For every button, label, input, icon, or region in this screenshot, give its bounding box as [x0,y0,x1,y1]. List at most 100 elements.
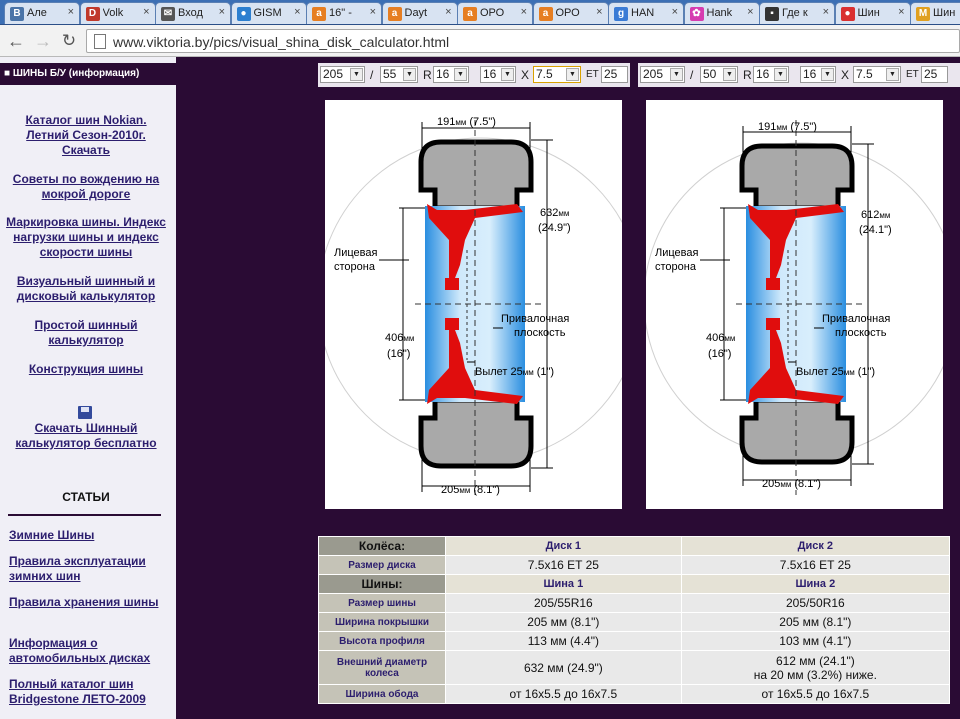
browser-toolbar: ← → ↻ www.viktoria.by/pics/visual_shina_… [0,25,960,57]
sidebar-article-storage-rules[interactable]: Правила хранения шины [9,595,169,610]
wheel-diagram-1: 191мм (7.5") 632мм (24.9") Лицевая сторон… [317,100,643,509]
close-icon[interactable]: × [445,6,451,18]
sidebar-link-simple-calculator[interactable]: Простой шинный калькулятор [6,318,166,348]
cell-value-note: на 20 мм (3.2%) ниже. [753,667,877,682]
browser-tab[interactable]: D Volk × [79,2,156,24]
tab-favicon-icon: a [312,7,326,21]
disk-diameter-select-1[interactable]: 16 ▼ [480,66,516,83]
x-label: X [841,68,850,82]
close-icon[interactable]: × [294,6,300,18]
address-url: www.viktoria.by/pics/visual_shina_disk_c… [113,34,450,50]
chevron-down-icon: ▼ [774,68,787,81]
outer-diameter-label: 612мм [861,209,890,221]
tab-title: Dayt [404,7,428,19]
tab-title: Вход [178,7,203,19]
sidebar-link-nokian-catalog[interactable]: Каталог шин Nokian. Летний Сезон-2010г. … [6,113,166,158]
mounting-plane-label: Привалочная [501,313,569,325]
sidebar-link-download-calculator[interactable]: Скачать Шинный калькулятор бесплатно [6,421,166,451]
tire-1-header: Шина 1 [445,574,682,594]
forward-icon[interactable]: → [32,30,54,52]
outer-diameter-inch: (24.1") [859,224,892,236]
profile-select-1[interactable]: 55 ▼ [380,66,418,83]
close-icon[interactable]: × [672,6,678,18]
sidebar-menu-used-tires[interactable]: ■ ШИНЫ Б/У (информация) [0,63,176,85]
slash-label: / [370,68,374,82]
close-icon[interactable]: × [521,6,527,18]
radius-select-1[interactable]: 16 ▼ [433,66,469,83]
close-icon[interactable]: × [370,6,376,18]
offset-label: Вылет 25мм (1") [475,366,554,378]
sidebar-article-winter-rules[interactable]: Правила эксплуатации зимних шин [9,554,169,584]
row-label: Размер диска [318,555,446,575]
cell-value: 205/55R16 [445,593,682,613]
radius-select-2[interactable]: 16 ▼ [753,66,789,83]
sidebar-link-wet-driving[interactable]: Советы по вождению на мокрой дороге [6,172,166,202]
browser-tab[interactable]: ✿ Hank × [683,2,760,24]
chevron-down-icon: ▼ [723,68,736,81]
sidebar-link-tire-construction[interactable]: Конструкция шины [6,362,166,377]
browser-tab[interactable]: a Dayt × [381,2,458,24]
browser-tab[interactable]: ● GISM × [230,2,307,24]
width-select-2[interactable]: 205 ▼ [640,66,685,83]
sidebar-article-disk-info[interactable]: Информация о автомобильных дисках [9,636,169,666]
disk-width-select-1[interactable]: 7.5 ▼ [533,66,581,83]
tab-title: Volk [102,7,124,19]
tab-favicon-icon: ● [236,7,251,21]
sidebar-link-visual-calculator[interactable]: Визуальный шинный и дисковый калькулятор [6,274,166,304]
mounting-plane-label-2: плоскость [514,327,566,339]
chevron-down-icon: ▼ [670,68,683,81]
close-icon[interactable]: × [143,6,149,18]
tab-title: Где к [782,7,808,19]
rim-diameter-label: 406мм [706,332,735,344]
slash-label: / [690,68,694,82]
address-bar[interactable]: www.viktoria.by/pics/visual_shina_disk_c… [86,29,960,53]
close-icon[interactable]: × [898,6,904,18]
browser-tab[interactable]: a 16" - × [306,2,382,24]
cell-value-line: 612 мм (24.1") [775,653,855,668]
tire-2-header: Шина 2 [680,574,951,594]
browser-tab[interactable]: В Але × [4,2,80,24]
tab-title: HAN [631,7,655,19]
sidebar-article-winter-tires[interactable]: Зимние Шины [9,528,169,543]
et-select-1[interactable]: 25 [601,66,628,83]
disk-diameter-select-2[interactable]: 16 ▼ [800,66,836,83]
front-side-label: Лицевая [334,247,377,259]
profile-select-2[interactable]: 50 ▼ [700,66,738,83]
disk-2-header: Диск 2 [680,536,951,556]
browser-tab[interactable]: ● Шин × [834,2,911,24]
close-icon[interactable]: × [596,6,602,18]
cell-value: 7.5x16 ET 25 [680,555,951,575]
sidebar-link-tire-marking[interactable]: Маркировка шины. Индекс нагрузки шины и … [6,215,166,260]
wheel-diagram-2: 191мм (7.5") 612мм (24.1") Лицевая сторон… [643,100,959,509]
back-icon[interactable]: ← [5,30,27,52]
width-select-1[interactable]: 205 ▼ [320,66,365,83]
reload-icon[interactable]: ↻ [58,30,80,52]
et-label: ET [586,69,599,80]
table-row: Размер диска 7.5x16 ET 25 7.5x16 ET 25 [318,555,951,575]
tab-favicon-icon: ● [840,7,855,21]
cell-value: 113 мм (4.4") [445,631,682,651]
sidebar-article-bridgestone[interactable]: Полный каталог шин Bridgestone ЛЕТО-2009 [9,677,169,707]
cell-value: 632 мм (24.9") [445,650,682,685]
close-icon[interactable]: × [219,6,225,18]
cell-value: 205/50R16 [680,593,951,613]
et-select-2[interactable]: 25 [921,66,948,83]
close-icon[interactable]: × [823,6,829,18]
tab-title: GISM [253,7,282,19]
browser-tab[interactable]: MШин× [910,2,960,24]
disk-1-header: Диск 1 [445,536,682,556]
tire-2-selector-row: 205 ▼ / 50 ▼ R 16 ▼ 16 ▼ X 7.5 ▼ ET 25 [638,63,960,87]
close-icon[interactable]: × [68,6,74,18]
browser-tab[interactable]: ▪ Где к × [759,2,835,24]
browser-tab[interactable]: a ОРО × [532,2,609,24]
browser-tab[interactable]: g HAN × [608,2,684,24]
close-icon[interactable]: × [747,6,753,18]
disk-width-select-2[interactable]: 7.5 ▼ [853,66,901,83]
tab-favicon-icon: g [614,7,628,21]
browser-tab[interactable]: a ОРО × [457,2,533,24]
r-label: R [423,68,432,82]
table-row: Высота профиля 113 мм (4.4") 103 мм (4.1… [318,631,951,651]
row-label: Ширина покрышки [318,612,446,632]
cell-value: 103 мм (4.1") [680,631,951,651]
browser-tab[interactable]: ✉ Вход × [155,2,231,24]
